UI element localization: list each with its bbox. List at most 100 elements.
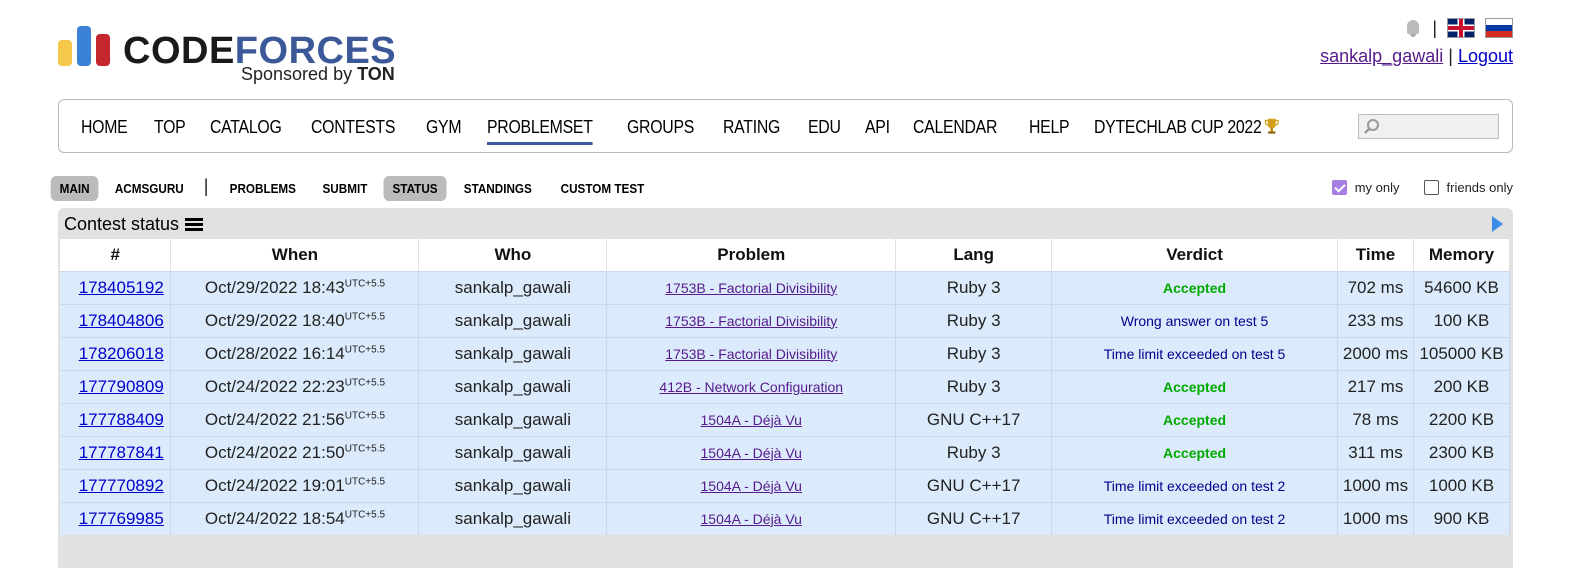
time-cell: 217 ms: [1337, 369, 1414, 403]
checkbox-checked[interactable]: [1331, 180, 1347, 195]
verdict-text: Accepted: [1163, 444, 1227, 461]
menu-item-problems[interactable]: PROBLEMS: [221, 176, 305, 201]
who-cell: sankalp_gawali: [418, 435, 608, 469]
time-cell: 1000 ms: [1337, 501, 1414, 535]
trophy-icon: [1265, 118, 1280, 134]
column-header: Lang: [895, 239, 1053, 271]
submission-id-link[interactable]: 178404806: [79, 311, 164, 330]
problem-link[interactable]: 1504A - Déjà Vu: [701, 478, 802, 494]
verdict-cell: Accepted: [1051, 402, 1338, 436]
filter-toggle-icon[interactable]: [1492, 216, 1503, 232]
table-row: 177790809 Oct/24/2022 22:23UTC+5.5 sankalp…: [60, 369, 1511, 403]
logo-bars-icon: [58, 24, 110, 66]
problem-cell: 1753B - Factorial Divisibility: [606, 336, 897, 370]
verdict-text: Time limit exceeded on test 2: [1103, 510, 1286, 527]
when-cell: Oct/24/2022 21:56UTC+5.5: [170, 402, 420, 436]
nav-item-groups[interactable]: GROUPS: [627, 117, 694, 145]
codeforces-logo[interactable]: CODEFORCES Sponsored by TON: [58, 24, 403, 86]
username-link[interactable]: sankalp_gawali: [1320, 46, 1443, 66]
nav-item-top[interactable]: TOP: [154, 117, 186, 145]
my-only-checkbox[interactable]: my only: [1331, 180, 1400, 195]
problem-link[interactable]: 1753B - Factorial Divisibility: [665, 313, 837, 329]
problem-link[interactable]: 412B - Network Configuration: [659, 379, 843, 395]
time-cell: 233 ms: [1337, 303, 1414, 337]
header-user-area: | sankalp_gawali | Logout: [1320, 16, 1513, 67]
nav-item-help[interactable]: HELP: [1029, 117, 1070, 145]
nav-item-problemset[interactable]: PROBLEMSET: [486, 117, 592, 145]
who-cell: sankalp_gawali: [418, 369, 608, 403]
nav-item-dytechlab-cup-2022[interactable]: DYTECHLAB CUP 2022: [1094, 117, 1280, 145]
menu-item-acmsguru[interactable]: ACMSGURU: [106, 176, 193, 201]
nav-item-calendar[interactable]: CALENDAR: [913, 117, 997, 145]
nav-item-catalog[interactable]: CATALOG: [210, 117, 282, 145]
menu-item-standings[interactable]: STANDINGS: [455, 176, 541, 201]
verdict-cell: Time limit exceeded on test 5: [1051, 336, 1338, 370]
menu-item-status[interactable]: STATUS: [383, 176, 447, 201]
who-cell: sankalp_gawali: [418, 303, 608, 337]
problem-link[interactable]: 1504A - Déjà Vu: [701, 412, 802, 428]
verdict-cell: Accepted: [1051, 435, 1338, 469]
nav-item-api[interactable]: API: [865, 117, 890, 145]
lang-cell: Ruby 3: [895, 369, 1053, 403]
nav-item-contests[interactable]: CONTESTS: [311, 117, 395, 145]
problem-cell: 1753B - Factorial Divisibility: [606, 270, 897, 304]
column-header: Who: [418, 239, 608, 271]
contest-status-panel: Contest status # When Who Problem Lang Verdic…: [58, 208, 1513, 568]
table-row: 177769985 Oct/24/2022 18:54UTC+5.5 sankalp…: [60, 501, 1511, 535]
nav-item-edu[interactable]: EDU: [808, 117, 841, 145]
menu-separator: |: [203, 176, 209, 196]
status-filters: my only friends only: [1331, 180, 1513, 195]
submission-id-link[interactable]: 178405192: [79, 278, 164, 297]
search-icon: [1364, 119, 1379, 134]
bell-icon[interactable]: [1404, 18, 1422, 38]
logout-link[interactable]: Logout: [1458, 46, 1513, 66]
memory-cell: 200 KB: [1413, 369, 1511, 403]
when-cell: Oct/29/2022 18:40UTC+5.5: [170, 303, 420, 337]
who-cell: sankalp_gawali: [418, 270, 608, 304]
problem-link[interactable]: 1504A - Déjà Vu: [701, 445, 802, 461]
when-cell: Oct/24/2022 21:50UTC+5.5: [170, 435, 420, 469]
time-cell: 2000 ms: [1337, 336, 1414, 370]
english-flag-icon[interactable]: [1447, 18, 1475, 38]
memory-cell: 100 KB: [1413, 303, 1511, 337]
submission-id-link[interactable]: 177770892: [79, 476, 164, 495]
checkbox-unchecked[interactable]: [1423, 180, 1439, 195]
time-cell: 311 ms: [1337, 435, 1414, 469]
problem-link[interactable]: 1753B - Factorial Divisibility: [665, 280, 837, 296]
verdict-text: Time limit exceeded on test 2: [1103, 477, 1286, 494]
search-input[interactable]: [1358, 114, 1499, 139]
time-cell: 1000 ms: [1337, 468, 1414, 502]
second-level-menu: MAIN ACMSGURU | PROBLEMS SUBMIT STATUS STANDIN…: [48, 176, 659, 201]
column-header: Problem: [606, 239, 897, 271]
submission-id-link[interactable]: 177790809: [79, 377, 164, 396]
memory-cell: 2200 KB: [1413, 402, 1511, 436]
status-title: Contest status: [64, 214, 180, 234]
submission-id-cell: 177788409: [60, 402, 172, 436]
friends-only-checkbox[interactable]: friends only: [1423, 180, 1513, 195]
verdict-text: Wrong answer on test 5: [1120, 312, 1269, 329]
nav-item-rating[interactable]: RATING: [723, 117, 780, 145]
who-cell: sankalp_gawali: [418, 468, 608, 502]
verdict-cell: Time limit exceeded on test 2: [1051, 501, 1338, 535]
menu-item-submit[interactable]: SUBMIT: [314, 176, 377, 201]
verdict-text: Time limit exceeded on test 5: [1103, 345, 1286, 362]
nav-item-gym[interactable]: GYM: [426, 117, 462, 145]
menu-item-custom-test[interactable]: CUSTOM TEST: [551, 176, 653, 201]
memory-cell: 54600 KB: [1413, 270, 1511, 304]
menu-item-main[interactable]: MAIN: [50, 176, 99, 201]
submission-id-link[interactable]: 178206018: [79, 344, 164, 363]
list-icon[interactable]: [185, 217, 204, 232]
user-separator: |: [1448, 46, 1453, 66]
submission-id-link[interactable]: 177787841: [79, 443, 164, 462]
time-cell: 702 ms: [1337, 270, 1414, 304]
when-cell: Oct/24/2022 19:01UTC+5.5: [170, 468, 420, 502]
russian-flag-icon[interactable]: [1485, 18, 1513, 38]
problem-link[interactable]: 1504A - Déjà Vu: [701, 511, 802, 527]
submission-id-link[interactable]: 177788409: [79, 410, 164, 429]
verdict-cell: Accepted: [1051, 369, 1338, 403]
submission-id-link[interactable]: 177769985: [79, 509, 164, 528]
memory-cell: 1000 KB: [1413, 468, 1511, 502]
problem-link[interactable]: 1753B - Factorial Divisibility: [665, 346, 837, 362]
nav-item-home[interactable]: HOME: [81, 117, 128, 145]
problem-cell: 1504A - Déjà Vu: [606, 435, 897, 469]
